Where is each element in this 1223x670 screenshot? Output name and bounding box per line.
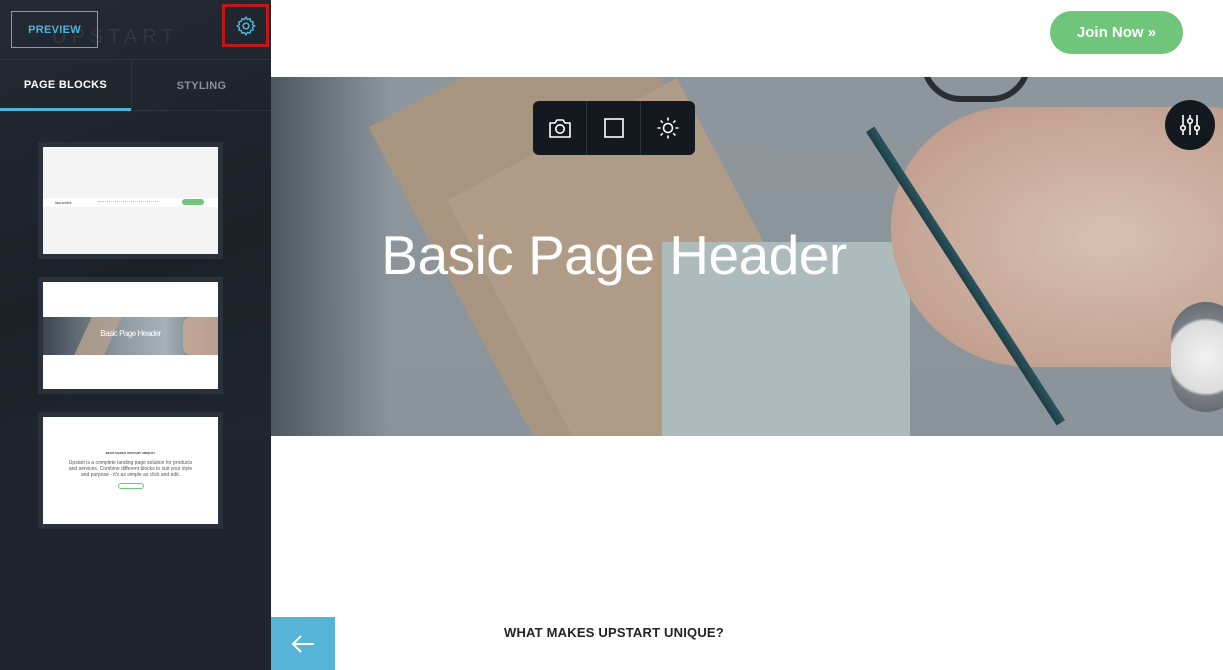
glasses — [921, 77, 1031, 102]
arrow-left-icon — [291, 634, 314, 653]
block-thumbnail-navbar[interactable]: launchKit — [38, 142, 223, 259]
back-button[interactable] — [271, 617, 335, 670]
sun-icon — [657, 117, 679, 139]
thumbnail-logo: launchKit — [55, 200, 72, 205]
editor-sidebar: UPSTART PREVIEW PAGE BLOCKS STYLING laun… — [0, 0, 271, 670]
thumbnail-navbar: launchKit — [43, 198, 218, 207]
sliders-icon — [1179, 115, 1201, 135]
section-heading[interactable]: WHAT MAKES UPSTART UNIQUE? — [504, 625, 724, 640]
preview-button[interactable]: PREVIEW — [11, 11, 98, 48]
block-thumbnail-header[interactable]: Basic Page Header — [38, 277, 223, 394]
page-header-title[interactable]: Basic Page Header — [271, 223, 957, 287]
page-canvas: Join Now » Basic Page Header WHAT MAKES … — [271, 0, 1223, 670]
thumbnail-heading: WHAT MAKES UPSTART UNIQUE? — [105, 451, 156, 455]
settings-button[interactable] — [222, 4, 269, 47]
brightness-button[interactable] — [641, 101, 695, 155]
square-icon — [603, 118, 624, 138]
overlay-button[interactable] — [587, 101, 641, 155]
tab-styling[interactable]: STYLING — [131, 61, 271, 111]
thumbnail-preview: launchKit — [43, 147, 218, 254]
join-now-button[interactable]: Join Now » — [1050, 11, 1183, 54]
block-settings-button[interactable] — [1165, 100, 1215, 150]
camera-icon — [548, 119, 571, 138]
change-image-button[interactable] — [533, 101, 587, 155]
block-thumbnail-text[interactable]: WHAT MAKES UPSTART UNIQUE? Upstart is a … — [38, 412, 223, 529]
block-toolbar — [533, 101, 695, 155]
thumbnail-nav-links — [98, 201, 158, 203]
thumbnail-cta — [182, 199, 204, 205]
thumbnail-preview: WHAT MAKES UPSTART UNIQUE? Upstart is a … — [43, 417, 218, 524]
tab-page-blocks[interactable]: PAGE BLOCKS — [0, 61, 131, 111]
page-header-block[interactable]: Basic Page Header — [271, 77, 1223, 436]
thumbnail-paragraph: Upstart is a complete landing page solut… — [68, 460, 193, 478]
sidebar-topbar: UPSTART PREVIEW — [0, 0, 271, 60]
thumbnail-hero-title: Basic Page Header — [100, 329, 161, 338]
wristwatch — [1171, 302, 1223, 412]
sidebar-tabs: PAGE BLOCKS STYLING — [0, 61, 271, 111]
thumbnail-button — [118, 483, 144, 489]
thumbnail-hero-image: Basic Page Header — [43, 317, 218, 355]
gear-icon — [235, 15, 256, 36]
thumbnail-preview: Basic Page Header — [43, 282, 218, 389]
